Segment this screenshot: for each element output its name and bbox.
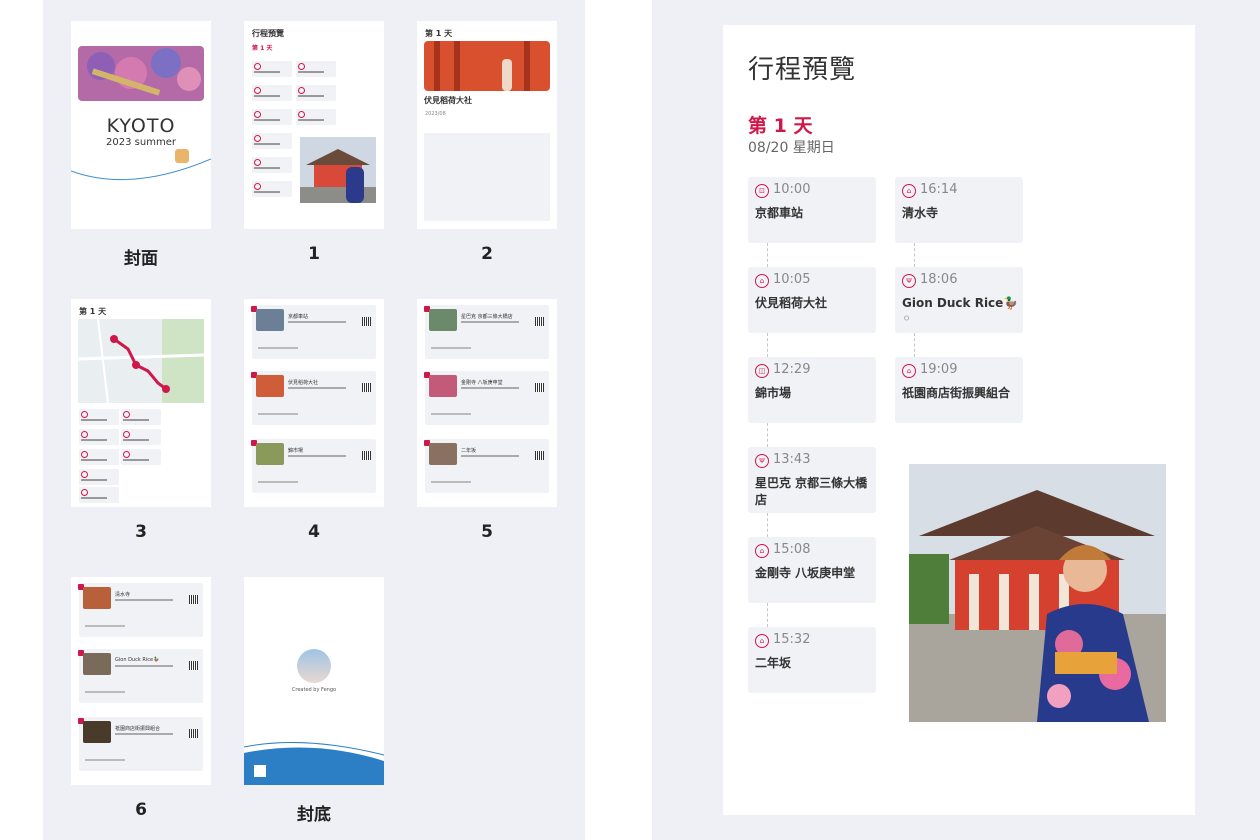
shopping-bag-icon: ◫ [755, 364, 769, 378]
thumbnail-panel: KYOTO 2023 summer 封面 行程預覽 第 1 天 1 第 1 天 [43, 0, 585, 840]
mini-item: 金剛寺 八坂庚申堂 [461, 380, 503, 386]
restaurant-icon: Ψ [755, 454, 769, 468]
mini-item: 京都車站 [288, 314, 309, 320]
mini-torii-photo [424, 41, 550, 91]
cover-subtitle: 2023 summer [106, 137, 176, 148]
rice-ball-icon: ⚪ [902, 312, 912, 325]
itinerary-place: 清水寺 [902, 206, 939, 220]
itinerary-card[interactable]: ⌂ 15:08 金剛寺 八坂庚申堂 [748, 537, 876, 603]
mini-item: 星巴克 京都三條大橋店 [461, 314, 513, 320]
itinerary-card[interactable]: ⌂ 16:14 清水寺 [895, 177, 1023, 243]
cover-title: KYOTO [106, 115, 176, 137]
restaurant-icon: Ψ [902, 274, 916, 288]
temple-icon: ⌂ [755, 274, 769, 288]
mini-spot-title: 伏見稻荷大社 [424, 96, 472, 105]
temple-icon: ⌂ [755, 634, 769, 648]
itinerary-time: 12:29 [773, 362, 811, 377]
itinerary-time: 13:43 [773, 452, 811, 467]
itinerary-time: 10:00 [773, 182, 811, 197]
mini-item: 二年坂 [461, 448, 477, 454]
itinerary-place: 京都車站 [755, 206, 804, 220]
page-title: 行程預覽 [748, 55, 857, 85]
itinerary-time: 10:05 [773, 272, 811, 287]
mini-item: 祇園商店街振興組合 [115, 726, 161, 732]
thumbnail-page-3[interactable]: 第 1 天 [71, 299, 211, 507]
thumbnail-label: 封底 [297, 805, 331, 825]
itinerary-place: 二年坂 [755, 656, 792, 670]
day-date: 08/20 星期日 [748, 140, 835, 156]
mini-spot-date: 2023/08 [425, 111, 446, 117]
thumbnail-page-4[interactable]: 京都車站 伏見稻荷大社 錦市場 [244, 299, 384, 507]
thumbnail-page-2[interactable]: 第 1 天 伏見稻荷大社 2023/08 [417, 21, 557, 229]
thumbnail-label: 5 [481, 522, 493, 542]
timeline-connector [767, 423, 768, 447]
itinerary-place: 伏見稻荷大社 [755, 296, 828, 310]
back-credit: Created by Fengo [291, 687, 337, 693]
thumbnail-label: 封面 [124, 249, 158, 269]
thumbnail-page-5[interactable]: 星巴克 京都三條大橋店 金剛寺 八坂庚申堂 二年坂 [417, 299, 557, 507]
itinerary-place: 星巴克 京都三條大橋店 [755, 476, 868, 507]
day-title: 第 1 天 [748, 115, 813, 137]
itinerary-card[interactable]: ⌂ 10:05 伏見稻荷大社 [748, 267, 876, 333]
temple-icon: ⌂ [755, 544, 769, 558]
mini-day-title: 第 1 天 [79, 307, 107, 316]
thumbnail-cover[interactable]: KYOTO 2023 summer [71, 21, 211, 229]
mini-item: 伏見稻荷大社 [288, 380, 319, 386]
temple-icon: ⌂ [902, 364, 916, 378]
avatar [297, 649, 331, 683]
itinerary-card[interactable]: ⌂ 15:32 二年坂 [748, 627, 876, 693]
preview-panel: 行程預覽 第 1 天 08/20 星期日 ⊡ 10:00 京都車站 ⌂ 10:0… [652, 0, 1260, 840]
itinerary-place: Gion Duck Rice🦆 [902, 296, 1019, 310]
preview-page: 行程預覽 第 1 天 08/20 星期日 ⊡ 10:00 京都車站 ⌂ 10:0… [723, 25, 1195, 815]
timeline-connector [914, 243, 915, 267]
thumbnail-page-1[interactable]: 行程預覽 第 1 天 [244, 21, 384, 229]
train-icon: ⊡ [755, 184, 769, 198]
itinerary-time: 16:14 [920, 182, 958, 197]
timeline-connector [767, 603, 768, 627]
itinerary-time: 19:09 [920, 362, 958, 377]
kyoto-temple-photo [909, 464, 1166, 722]
mini-day-title: 第 1 天 [252, 45, 273, 52]
timeline-connector [767, 513, 768, 537]
timeline-connector [767, 333, 768, 357]
itinerary-card[interactable]: Ψ 13:43 星巴克 京都三條大橋店 [748, 447, 876, 513]
itinerary-card[interactable]: ⌂ 19:09 祇園商店街振興組合 [895, 357, 1023, 423]
mini-map [78, 319, 204, 403]
itinerary-time: 15:32 [773, 632, 811, 647]
itinerary-card[interactable]: ⊡ 10:00 京都車站 [748, 177, 876, 243]
itinerary-place: 金剛寺 八坂庚申堂 [755, 566, 856, 580]
itinerary-card[interactable]: ◫ 12:29 錦市場 [748, 357, 876, 423]
mini-photo [300, 137, 376, 203]
itinerary-card[interactable]: Ψ 18:06 Gion Duck Rice🦆 ⚪ [895, 267, 1023, 333]
temple-icon: ⌂ [902, 184, 916, 198]
mini-item: 錦市場 [288, 448, 304, 454]
thumbnail-label: 6 [135, 800, 147, 820]
timeline-connector [914, 333, 915, 357]
itinerary-place: 錦市場 [755, 386, 792, 400]
itinerary-time: 18:06 [920, 272, 958, 287]
timeline-connector [767, 243, 768, 267]
mini-day-title: 第 1 天 [425, 29, 453, 38]
back-wave [244, 742, 384, 785]
itinerary-time: 15:08 [773, 542, 811, 557]
mini-item: 清水寺 [115, 592, 131, 598]
itinerary-place: 祇園商店街振興組合 [902, 386, 1011, 400]
thumbnail-label: 1 [308, 244, 320, 264]
thumbnail-label: 4 [308, 522, 320, 542]
thumbnail-back-cover[interactable]: Created by Fengo [244, 577, 384, 785]
mini-item: Gion Duck Rice🦆 [115, 657, 160, 663]
mini-page-title: 行程預覽 [252, 29, 284, 38]
thumbnail-page-6[interactable]: 清水寺 Gion Duck Rice🦆 祇園商店街振興組合 [71, 577, 211, 785]
thumbnail-label: 3 [135, 522, 147, 542]
thumbnail-label: 2 [481, 244, 493, 264]
